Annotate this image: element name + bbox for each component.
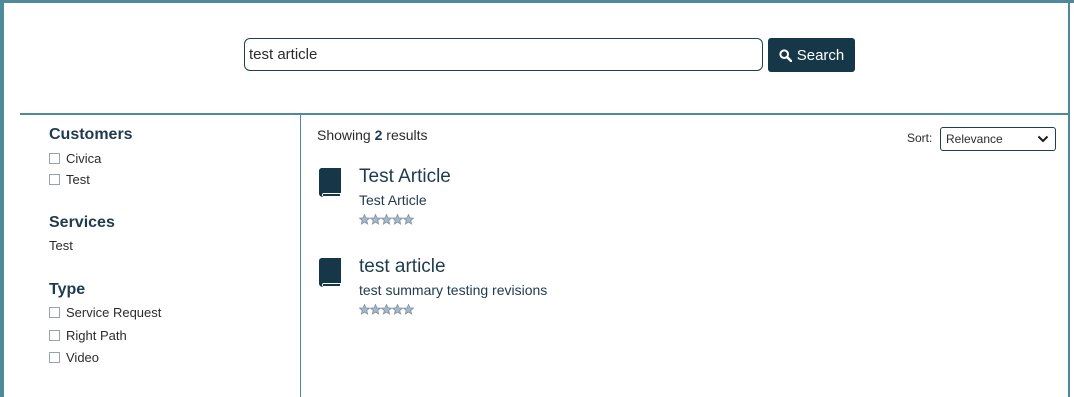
search-button-label: Search — [796, 46, 845, 64]
page-left-border — [0, 0, 4, 397]
star-icon[interactable] — [370, 304, 381, 315]
facet-option-right-path[interactable]: Right Path — [49, 328, 127, 343]
facet-option-label: Test — [66, 172, 90, 187]
star-icon[interactable] — [359, 304, 370, 315]
result-summary: test summary testing revisions — [359, 282, 548, 298]
facet-option-civica[interactable]: Civica — [49, 151, 101, 166]
facet-option-service-request[interactable]: Service Request — [49, 305, 161, 320]
checkbox[interactable] — [49, 153, 60, 164]
facet-option-label: Video — [66, 350, 100, 365]
facet-option-test[interactable]: Test — [49, 172, 90, 187]
page-right-border — [1068, 0, 1070, 397]
chevron-down-icon — [1037, 135, 1049, 143]
star-icon[interactable] — [359, 214, 370, 225]
star-icon[interactable] — [392, 214, 403, 225]
facet-title-services: Services — [49, 214, 115, 231]
star-icon[interactable] — [403, 214, 414, 225]
sort-select[interactable]: Relevance — [940, 127, 1056, 151]
result-summary: Test Article — [359, 192, 427, 208]
book-icon — [319, 168, 341, 197]
rating-stars[interactable] — [359, 304, 414, 315]
facet-option-label: Right Path — [66, 328, 127, 343]
header-divider — [20, 113, 1068, 115]
facet-title-type: Type — [49, 281, 86, 298]
result-title[interactable]: test article — [359, 256, 446, 278]
book-icon — [319, 258, 341, 287]
results-count-suffix: results — [386, 127, 428, 143]
facet-option-label: Service Request — [66, 305, 162, 320]
result-title[interactable]: Test Article — [359, 166, 451, 188]
search-button[interactable]: Search — [768, 38, 855, 72]
star-icon[interactable] — [370, 214, 381, 225]
star-icon[interactable] — [392, 304, 403, 315]
facet-title-customers: Customers — [49, 126, 133, 143]
rating-stars[interactable] — [359, 214, 414, 225]
facet-service-test[interactable]: Test — [49, 238, 73, 253]
checkbox[interactable] — [49, 307, 60, 318]
results-count-prefix: Showing — [317, 127, 371, 143]
star-icon[interactable] — [403, 304, 414, 315]
facet-option-video[interactable]: Video — [49, 350, 99, 365]
sort-select-value: Relevance — [946, 132, 1003, 146]
sort-label: Sort: — [907, 131, 933, 145]
checkbox[interactable] — [49, 174, 60, 185]
facet-option-label: Civica — [66, 151, 102, 166]
search-input[interactable] — [244, 38, 763, 71]
checkbox[interactable] — [49, 330, 60, 341]
results-count: Showing 2 results — [317, 127, 428, 143]
page-top-border — [0, 0, 1074, 3]
checkbox[interactable] — [49, 352, 60, 363]
star-icon[interactable] — [381, 214, 392, 225]
search-icon — [779, 48, 792, 62]
results-count-number: 2 — [374, 127, 383, 143]
sidebar-divider — [300, 115, 301, 397]
star-icon[interactable] — [381, 304, 392, 315]
